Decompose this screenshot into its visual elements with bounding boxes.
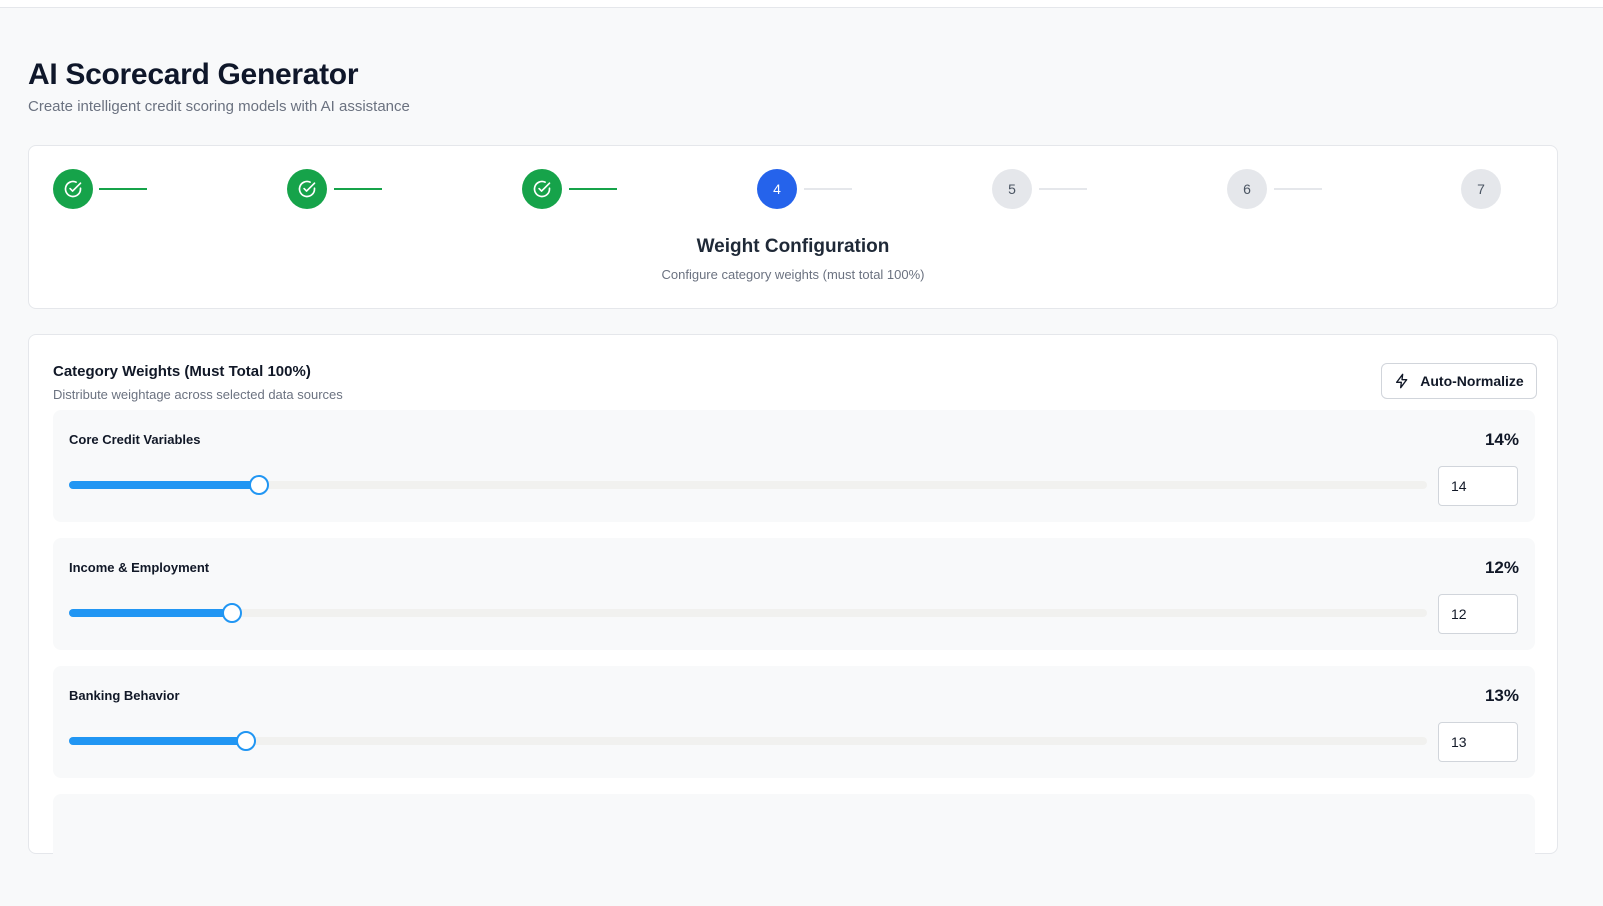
- auto-normalize-label: Auto-Normalize: [1420, 373, 1524, 389]
- weight-slider[interactable]: [69, 475, 1427, 495]
- slider-fill: [69, 737, 246, 745]
- lightning-icon: [1396, 373, 1408, 389]
- step-7[interactable]: 7: [1461, 169, 1501, 209]
- slider-thumb[interactable]: [221, 603, 242, 623]
- category-name: Core Credit Variables: [69, 432, 201, 447]
- weight-row-income-employment: Income & Employment 12%: [53, 538, 1535, 650]
- category-name: Banking Behavior: [69, 688, 180, 703]
- check-circle-icon: [64, 180, 82, 198]
- slider-fill: [69, 609, 232, 617]
- step-connector-6: [1274, 188, 1322, 190]
- slider-thumb[interactable]: [249, 475, 270, 495]
- weight-input[interactable]: [1438, 594, 1518, 634]
- category-percent: 14%: [1484, 430, 1519, 449]
- step-connector-3: [569, 188, 617, 190]
- weights-subtitle: Distribute weightage across selected dat…: [53, 387, 343, 402]
- slider-thumb[interactable]: [235, 731, 256, 751]
- weights-title: Category Weights (Must Total 100%): [53, 363, 311, 380]
- step-connector-4: [804, 188, 852, 190]
- weight-input[interactable]: [1438, 722, 1518, 762]
- current-step-title: Weight Configuration: [696, 236, 890, 257]
- step-3[interactable]: [522, 169, 562, 209]
- category-percent: 12%: [1484, 558, 1519, 577]
- step-connector-1: [99, 188, 147, 190]
- check-circle-icon: [298, 180, 316, 198]
- step-2[interactable]: [287, 169, 327, 209]
- weight-row-banking-behavior: Banking Behavior 13%: [53, 666, 1535, 778]
- step-5[interactable]: 5: [992, 169, 1032, 209]
- page-header: AI Scorecard Generator Create intelligen…: [28, 56, 410, 115]
- category-percent: 13%: [1484, 686, 1519, 705]
- current-step-description: Configure category weights (must total 1…: [661, 267, 925, 282]
- weight-row-core-credit: Core Credit Variables 14%: [53, 410, 1535, 522]
- step-6[interactable]: 6: [1227, 169, 1267, 209]
- category-name: Income & Employment: [69, 560, 210, 575]
- page-title: AI Scorecard Generator: [28, 58, 359, 91]
- weight-row-next: [53, 794, 1535, 906]
- check-circle-icon: [533, 180, 551, 198]
- weight-slider[interactable]: [69, 603, 1427, 623]
- page-subtitle: Create intelligent credit scoring models…: [28, 98, 410, 115]
- category-weights-card: Category Weights (Must Total 100%) Distr…: [28, 334, 1558, 906]
- slider-fill: [69, 481, 260, 489]
- step-1[interactable]: [53, 169, 93, 209]
- weight-slider[interactable]: [69, 731, 1427, 751]
- top-bar: [0, 0, 1603, 8]
- step-4[interactable]: 4: [757, 169, 797, 209]
- step-connector-5: [1039, 188, 1087, 190]
- step-connector-2: [334, 188, 382, 190]
- weight-input[interactable]: [1438, 466, 1518, 506]
- stepper-card: 4 5 6 7 Weight Configuration Configure c…: [28, 145, 1558, 309]
- auto-normalize-button[interactable]: Auto-Normalize: [1381, 363, 1537, 399]
